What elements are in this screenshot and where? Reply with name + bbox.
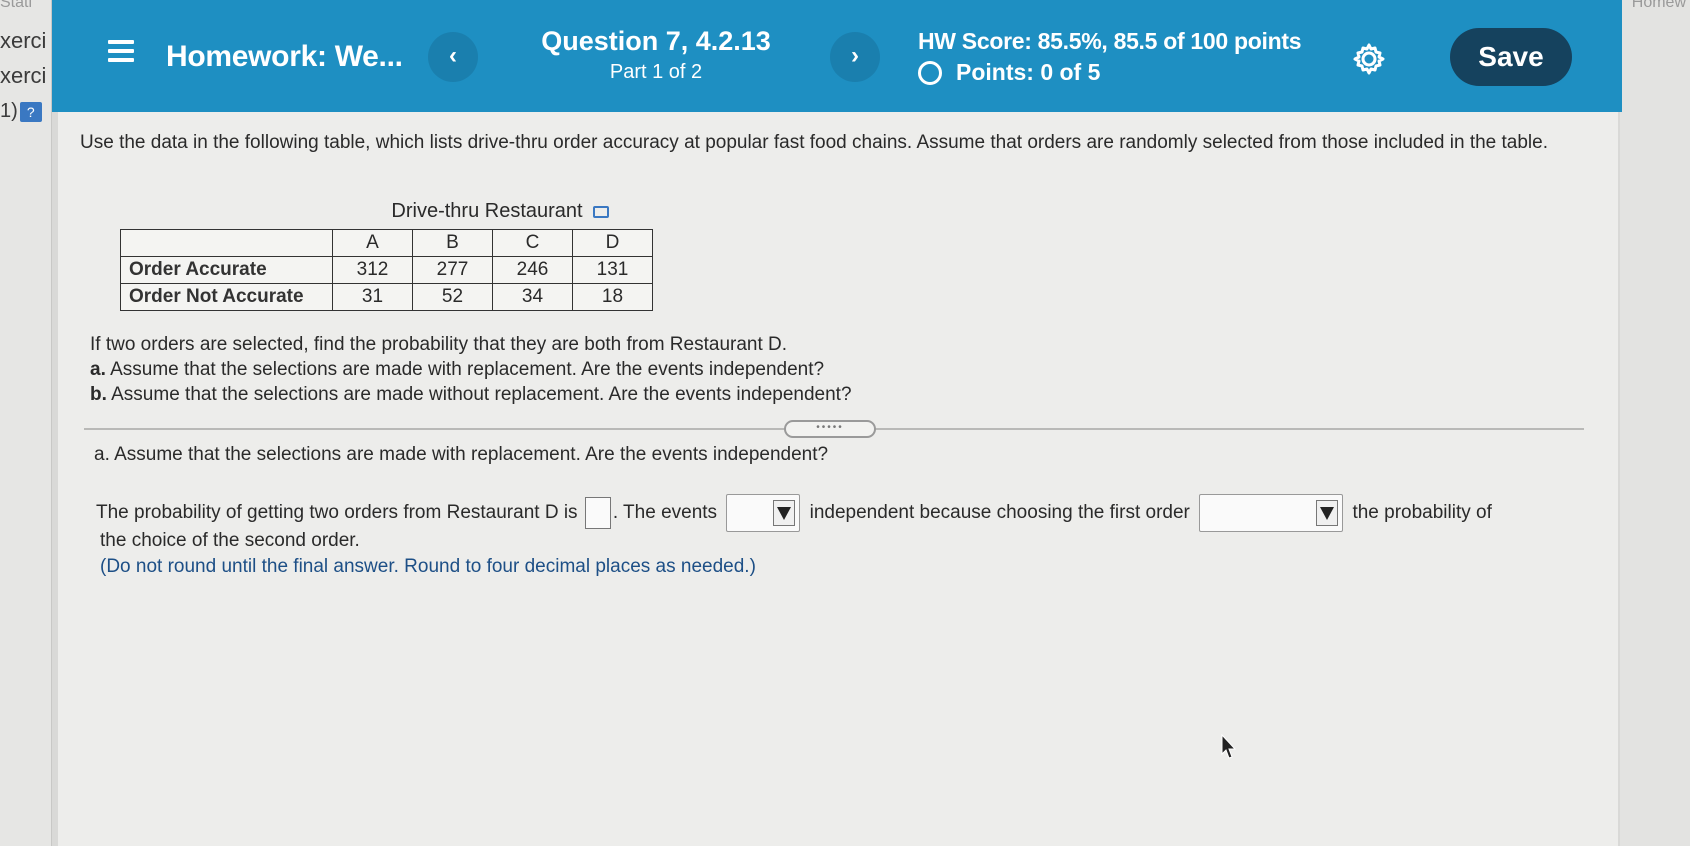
answer-text-continuation: the choice of the second order. bbox=[100, 530, 360, 551]
background-item-number[interactable]: 1)? bbox=[0, 100, 42, 123]
background-exercise-link[interactable]: xerci bbox=[0, 63, 46, 89]
question-title-block[interactable]: Question 7, 4.2.13 Part 1 of 2 bbox=[536, 26, 776, 84]
question-number: Question 7, 4.2.13 bbox=[541, 26, 771, 56]
question-content: Use the data in the following table, whi… bbox=[58, 112, 1618, 846]
next-question-button[interactable]: › bbox=[830, 32, 880, 82]
events-independence-dropdown[interactable] bbox=[726, 494, 801, 532]
part-a-text: Assume that the selections are made with… bbox=[110, 359, 825, 380]
question-part: Part 1 of 2 bbox=[609, 61, 703, 83]
table-corner-cell bbox=[120, 229, 333, 257]
drive-thru-table: A B C D Order Accurate 312 277 246 131 O… bbox=[120, 229, 653, 311]
answer-text: the probability of bbox=[1352, 502, 1492, 524]
question-stem-text: If two orders are selected, find the pro… bbox=[90, 334, 788, 355]
hw-score: HW Score: 85.5%, 85.5 of 100 points bbox=[918, 28, 1302, 54]
column-header: D bbox=[572, 229, 653, 257]
question-stem: If two orders are selected, find the pro… bbox=[90, 332, 852, 407]
background-exercise-link[interactable]: xerci bbox=[0, 28, 46, 54]
previous-question-button[interactable]: ‹ bbox=[428, 32, 478, 82]
row-label: Order Not Accurate bbox=[120, 283, 333, 311]
part-b-text: Assume that the selections are made with… bbox=[111, 384, 852, 405]
background-home-label[interactable]: Homew bbox=[1632, 0, 1686, 12]
part-b-label: b. bbox=[90, 384, 107, 405]
table-cell: 18 bbox=[572, 283, 653, 311]
resize-handle[interactable]: ••••• bbox=[784, 420, 876, 438]
column-header: A bbox=[332, 229, 413, 257]
answer-text: . The events bbox=[612, 502, 718, 524]
menu-icon[interactable] bbox=[108, 40, 134, 62]
column-header: B bbox=[412, 229, 493, 257]
save-button[interactable]: Save bbox=[1450, 28, 1572, 86]
homework-title[interactable]: Homework: We... bbox=[166, 40, 403, 74]
question-part-a: a. Assume that the selections are made w… bbox=[90, 357, 852, 382]
answer-text: independent because choosing the first o… bbox=[809, 502, 1190, 524]
table-cell: 52 bbox=[412, 283, 493, 311]
table-cell: 277 bbox=[412, 256, 493, 284]
effect-dropdown[interactable] bbox=[1199, 494, 1344, 532]
progress-circle-icon bbox=[918, 60, 942, 85]
score-block: HW Score: 85.5%, 85.5 of 100 points Poin… bbox=[918, 28, 1301, 86]
row-label: Order Accurate bbox=[120, 256, 333, 284]
intro-text: Use the data in the following table, whi… bbox=[80, 132, 1549, 153]
help-icon[interactable]: ? bbox=[19, 101, 42, 122]
table-cell: 312 bbox=[332, 256, 413, 284]
table-cell: 246 bbox=[492, 256, 573, 284]
background-label: Stati bbox=[0, 0, 33, 11]
table-cell: 31 bbox=[332, 283, 413, 311]
part-a-label: a. bbox=[90, 359, 106, 380]
table-row: Order Accurate 312 277 246 131 bbox=[120, 256, 653, 284]
part-a-heading: a. Assume that the selections are made w… bbox=[94, 444, 829, 465]
data-table-section: Drive-thru Restaurant A B C D Order Accu… bbox=[120, 200, 653, 311]
answer-text: The probability of getting two orders fr… bbox=[96, 502, 578, 524]
mouse-cursor-icon bbox=[1221, 734, 1237, 759]
item-number: 1) bbox=[0, 100, 18, 122]
background-right-panel: Homew bbox=[1620, 0, 1690, 846]
chevron-down-icon bbox=[773, 500, 796, 526]
table-cell: 131 bbox=[572, 256, 653, 284]
copy-table-icon[interactable] bbox=[592, 205, 609, 218]
answer-sentence: The probability of getting two orders fr… bbox=[96, 494, 1596, 532]
table-row: Order Not Accurate 31 52 34 18 bbox=[120, 283, 653, 311]
gear-icon[interactable] bbox=[1352, 42, 1386, 76]
table-cell: 34 bbox=[492, 283, 573, 311]
table-caption-text: Drive-thru Restaurant bbox=[391, 200, 583, 222]
question-header: Homework: We... ‹ Question 7, 4.2.13 Par… bbox=[52, 0, 1622, 112]
table-caption: Drive-thru Restaurant bbox=[350, 200, 650, 223]
points-value: Points: 0 of 5 bbox=[956, 59, 1101, 85]
rounding-note: (Do not round until the final answer. Ro… bbox=[100, 556, 756, 577]
table-header-row: A B C D bbox=[120, 229, 653, 257]
background-left-panel: Stati xerci xerci 1)? bbox=[0, 0, 52, 846]
chevron-down-icon bbox=[1316, 500, 1339, 526]
column-header: C bbox=[492, 229, 573, 257]
question-part-b: b. Assume that the selections are made w… bbox=[90, 382, 852, 407]
probability-answer-input[interactable] bbox=[584, 497, 611, 529]
points-row: Points: 0 of 5 bbox=[918, 59, 1301, 86]
